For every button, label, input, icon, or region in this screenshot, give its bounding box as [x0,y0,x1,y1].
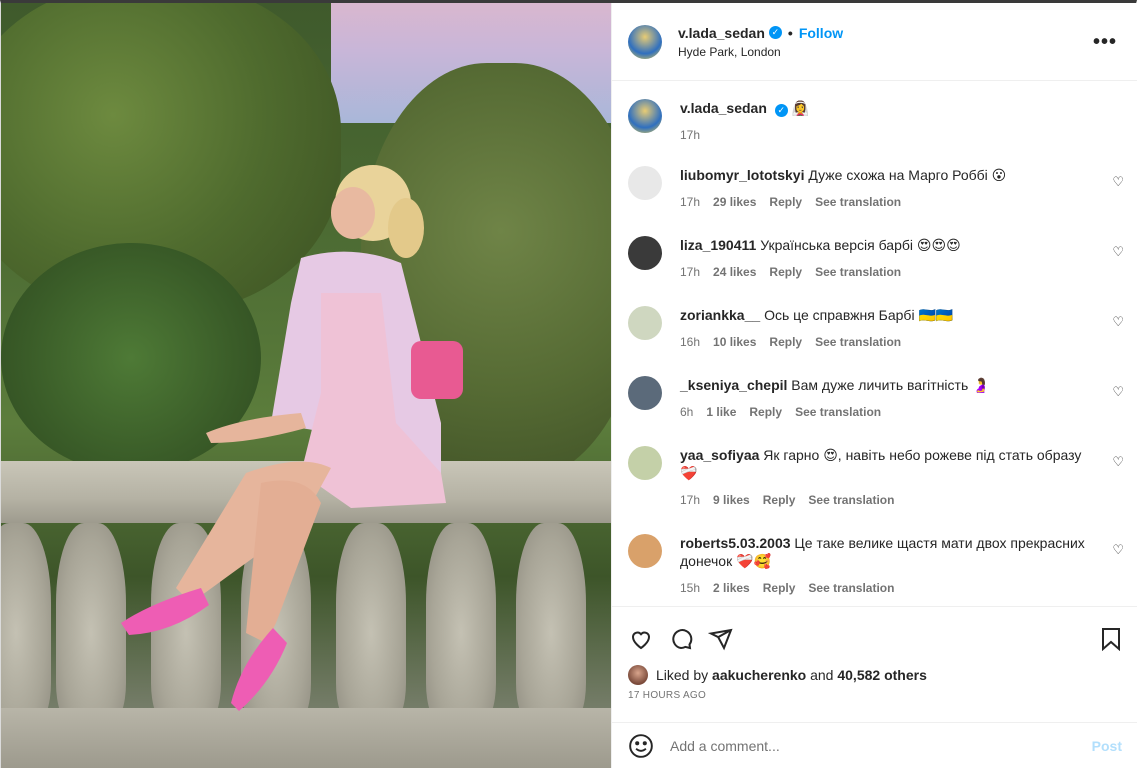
commenter-username[interactable]: yaa_sofiyaa [680,447,759,463]
comment-like-heart-icon[interactable]: ♡ [1112,174,1124,190]
reply-button[interactable]: Reply [769,193,802,211]
comment-time[interactable]: 17h [680,263,700,281]
see-translation-button[interactable]: See translation [795,403,881,421]
follow-button[interactable]: Follow [799,25,843,41]
comment-time[interactable]: 15h [680,579,700,597]
reply-button[interactable]: Reply [749,403,782,421]
reply-button[interactable]: Reply [769,333,802,351]
bookmark-icon[interactable] [1100,627,1122,651]
comments-list[interactable]: v.lada_sedan ✓ 👰‍♀️ 17h liubomyr_lototsk… [612,81,1137,605]
likes-count[interactable]: 40,582 others [837,667,927,683]
commenter-username[interactable]: zoriankka__ [680,307,760,323]
post-header: v.lada_sedan ✓ • Follow Hyde Park, Londo… [612,3,1137,81]
reply-button[interactable]: Reply [763,491,796,509]
comment-like-heart-icon[interactable]: ♡ [1112,454,1124,470]
instagram-post-window: v.lada_sedan ✓ • Follow Hyde Park, Londo… [0,0,1137,768]
liker-avatar[interactable] [628,665,648,685]
verified-badge-icon: ✓ [768,26,782,39]
see-translation-button[interactable]: See translation [808,579,894,597]
post-actions: Liked by aakucherenko and 40,582 others … [612,606,1137,768]
comment-time[interactable]: 6h [680,403,693,421]
likes-summary: Liked by aakucherenko and 40,582 others [612,665,1137,685]
post-photo[interactable] [1,3,611,768]
comment-text: Дуже схожа на Марго Роббі 😮 [808,167,1007,183]
comment-item: zoriankka__ Ось це справжня Барбі 🇺🇦🇺🇦 1… [612,306,1137,351]
commenter-avatar[interactable] [628,446,662,480]
commenter-avatar[interactable] [628,236,662,270]
commenter-username[interactable]: roberts5.03.2003 [680,535,791,551]
comment-likes[interactable]: 10 likes [713,333,756,351]
post-timestamp[interactable]: 17 hours ago [612,685,1137,701]
caption-username[interactable]: v.lada_sedan [680,100,767,116]
comment-likes[interactable]: 29 likes [713,193,756,211]
comment-item: liza_190411 Українська версія барбі 😍😍😍 … [612,236,1137,281]
comment-item: yaa_sofiyaa Як гарно 😍, навіть небо роже… [612,446,1137,509]
caption-time[interactable]: 17h [680,126,700,144]
commenter-avatar[interactable] [628,534,662,568]
more-options-icon[interactable]: ••• [1093,31,1117,54]
liker-username[interactable]: aakucherenko [712,667,806,683]
post-comment-button[interactable]: Post [1092,738,1122,754]
comment-like-heart-icon[interactable]: ♡ [1112,542,1124,558]
author-username[interactable]: v.lada_sedan [678,25,765,41]
comment-likes[interactable]: 1 like [706,403,736,421]
likes-prefix: Liked by [656,667,709,683]
comment-likes[interactable]: 2 likes [713,579,750,597]
likes-and: and [810,667,834,683]
commenter-avatar[interactable] [628,376,662,410]
separator-dot: • [787,24,793,41]
see-translation-button[interactable]: See translation [815,263,901,281]
comment-time[interactable]: 16h [680,333,700,351]
see-translation-button[interactable]: See translation [815,333,901,351]
caption-text: 👰‍♀️ [791,100,810,116]
comment-like-heart-icon[interactable]: ♡ [1112,384,1124,400]
comment-like-heart-icon[interactable]: ♡ [1112,244,1124,260]
emoji-smiley-icon[interactable] [628,733,654,759]
photo-woman-in-pink [121,165,463,711]
comment-item: _kseniya_chepil Вам дуже личить вагітніс… [612,376,1137,421]
reply-button[interactable]: Reply [763,579,796,597]
share-send-icon[interactable] [708,627,734,651]
comment-item: liubomyr_lototskyi Дуже схожа на Марго Р… [612,166,1137,211]
post-location[interactable]: Hyde Park, London [678,45,843,59]
comment-input[interactable]: Add a comment... [670,738,1092,754]
commenter-username[interactable]: _kseniya_chepil [680,377,787,393]
see-translation-button[interactable]: See translation [808,491,894,509]
author-avatar[interactable] [628,24,662,59]
comment-time[interactable]: 17h [680,193,700,211]
caption-avatar[interactable] [628,99,662,133]
commenter-username[interactable]: liubomyr_lototskyi [680,167,804,183]
comment-text: Ось це справжня Барбі 🇺🇦🇺🇦 [764,307,954,323]
comment-text: Вам дуже личить вагітність 🤰 [791,377,990,393]
like-heart-icon[interactable] [628,627,654,651]
comment-like-heart-icon[interactable]: ♡ [1112,314,1124,330]
comment-likes[interactable]: 24 likes [713,263,756,281]
comment-text: Українська версія барбі 😍😍😍 [760,237,961,253]
caption: v.lada_sedan ✓ 👰‍♀️ 17h [612,81,1137,166]
reply-button[interactable]: Reply [769,263,802,281]
see-translation-button[interactable]: See translation [815,193,901,211]
comment-item: roberts5.03.2003 Це таке велике щастя ма… [612,534,1137,597]
add-comment-bar: Add a comment... Post [612,722,1137,768]
commenter-avatar[interactable] [628,306,662,340]
commenter-username[interactable]: liza_190411 [680,237,756,253]
verified-badge-icon: ✓ [774,104,788,117]
comment-time[interactable]: 17h [680,491,700,509]
comment-icon[interactable] [668,627,694,651]
commenter-avatar[interactable] [628,166,662,200]
comment-likes[interactable]: 9 likes [713,491,750,509]
post-side-panel: v.lada_sedan ✓ • Follow Hyde Park, Londo… [611,3,1137,768]
